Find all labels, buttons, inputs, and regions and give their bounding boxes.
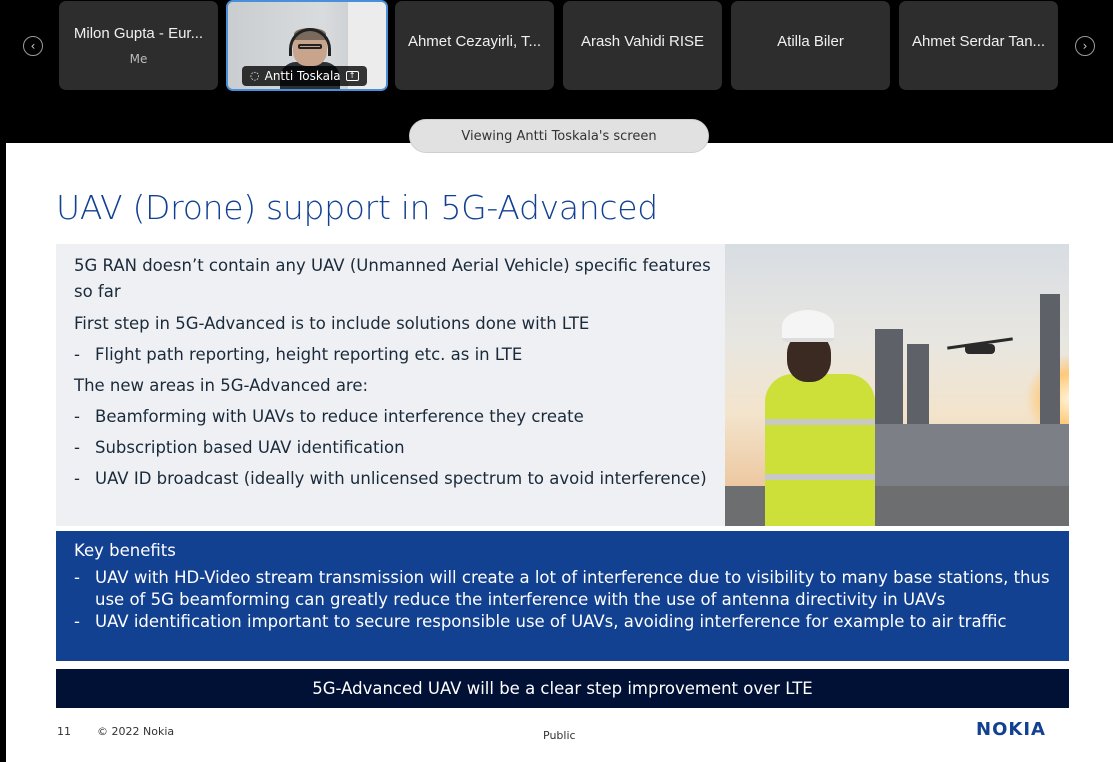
participant-name: Antti Toskala [264, 69, 341, 83]
list-item: Subscription based UAV identification [74, 438, 405, 457]
content-panel: 5G RAN doesn’t contain any UAV (Unmanned… [56, 244, 725, 526]
speaker-name-pill: ◌ Antti Toskala ↑ [242, 66, 367, 86]
photo-hardhat [782, 310, 834, 342]
participant-tile[interactable]: Atilla Biler [731, 1, 890, 90]
new-areas-text: The new areas in 5G-Advanced are: [74, 376, 369, 395]
classification-label: Public [543, 729, 576, 742]
participant-tile-self[interactable]: Milon Gupta - Eur... Me [59, 1, 218, 90]
screen-share-icon: ↑ [345, 71, 359, 81]
chevron-left-icon[interactable]: ‹ [23, 36, 43, 56]
list-item: UAV with HD-Video stream transmission wi… [74, 567, 1055, 611]
step-text: First step in 5G-Advanced is to include … [74, 314, 590, 333]
participant-tile[interactable]: Ahmet Cezayirli, T... [395, 1, 554, 90]
list-item: Flight path reporting, height reporting … [74, 345, 522, 364]
audio-icon: ◌ [250, 69, 260, 82]
slide-title: UAV (Drone) support in 5G-Advanced [56, 188, 658, 227]
participant-tile[interactable]: Arash Vahidi RISE [563, 1, 722, 90]
participant-name: Ahmet Cezayirli, T... [407, 33, 542, 50]
participant-name: Atilla Biler [777, 33, 844, 50]
shared-slide: UAV (Drone) support in 5G-Advanced 5G RA… [6, 143, 1113, 762]
copyright-text: © 2022 Nokia [97, 725, 175, 738]
drone-icon [965, 344, 995, 354]
photo-vest-stripe [765, 474, 875, 480]
intro-text-cont: so far [74, 282, 121, 301]
key-benefits-title: Key benefits [74, 541, 176, 560]
list-item: Beamforming with UAVs to reduce interfer… [74, 407, 584, 426]
conclusion-banner: 5G-Advanced UAV will be a clear step imp… [56, 669, 1069, 708]
list-item: UAV ID broadcast (ideally with unlicense… [74, 469, 707, 488]
participant-self-label: Me [129, 52, 148, 66]
participant-tile-active-speaker[interactable]: ◌ Antti Toskala ↑ [226, 0, 388, 91]
key-benefits-panel: Key benefits UAV with HD-Video stream tr… [56, 531, 1069, 661]
chevron-right-icon[interactable]: › [1075, 36, 1095, 56]
participant-name: Arash Vahidi RISE [580, 33, 705, 50]
photo-plant [845, 424, 1069, 494]
slide-page-number: 11 [57, 725, 71, 738]
intro-text: 5G RAN doesn’t contain any UAV (Unmanned… [74, 256, 711, 275]
participant-tile[interactable]: Ahmet Serdar Tan... [899, 1, 1058, 90]
photo-vest-stripe [765, 419, 875, 425]
participant-name: Milon Gupta - Eur... [73, 25, 204, 42]
nokia-logo: NOKIA [976, 719, 1046, 740]
drone-operator-photo [725, 244, 1069, 526]
participant-name: Ahmet Serdar Tan... [911, 33, 1046, 50]
list-item: UAV identification important to secure r… [74, 611, 1055, 633]
screen-share-banner: Viewing Antti Toskala's screen [409, 119, 709, 153]
photo-worker [765, 374, 875, 526]
